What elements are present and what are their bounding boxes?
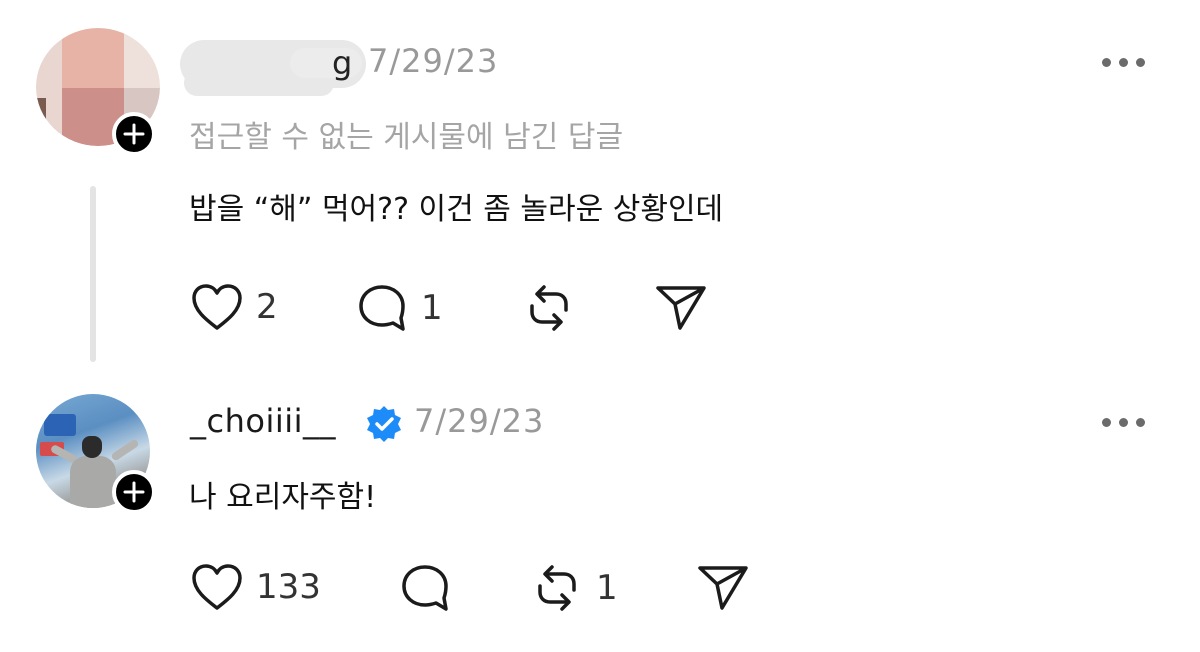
post-text: 밥을 “해” 먹어?? 이건 좀 놀라운 상황인데 <box>189 192 724 227</box>
more-icon-dot <box>1136 418 1145 427</box>
reply-count: 1 <box>421 288 443 328</box>
more-icon-dot <box>1102 418 1111 427</box>
more-icon-dot <box>1119 58 1128 67</box>
like-count: 133 <box>256 567 321 607</box>
more-options-button[interactable] <box>1102 418 1145 427</box>
repost-icon <box>530 285 568 331</box>
post-text: 나 요리자주함! <box>189 480 377 515</box>
more-options-button[interactable] <box>1102 58 1145 67</box>
verified-badge-icon <box>367 406 401 442</box>
share-button[interactable] <box>696 562 750 612</box>
reply-button[interactable] <box>398 562 464 614</box>
like-count: 2 <box>256 287 278 327</box>
repost-count: 1 <box>596 568 618 608</box>
post-timestamp: 7/29/23 <box>368 42 499 80</box>
follow-button[interactable] <box>112 470 156 514</box>
reply-post: g 7/29/23 접근할 수 없는 게시물에 남긴 답글 밥을 “해” 먹어?… <box>0 0 1200 372</box>
send-icon <box>698 566 748 610</box>
share-button[interactable] <box>654 282 708 332</box>
more-icon-dot <box>1102 58 1111 67</box>
like-button[interactable]: 2 <box>190 282 278 332</box>
heart-icon <box>192 284 242 330</box>
repost-button[interactable] <box>522 282 588 334</box>
plus-icon <box>123 123 145 145</box>
thread-line <box>90 186 96 362</box>
repost-icon <box>538 565 576 611</box>
follow-button[interactable] <box>112 112 156 156</box>
username-tail[interactable]: g <box>332 44 352 82</box>
reply-button[interactable]: 1 <box>355 282 443 334</box>
repost-button[interactable]: 1 <box>530 562 618 614</box>
comment-icon <box>359 285 405 331</box>
reply-context-label: 접근할 수 없는 게시물에 남긴 답글 <box>189 120 624 155</box>
more-icon-dot <box>1119 418 1128 427</box>
reply-post: _choiiii__ 7/29/23 나 요리자주함! 133 1 <box>0 372 1200 652</box>
post-timestamp: 7/29/23 <box>414 402 545 440</box>
more-icon-dot <box>1136 58 1145 67</box>
heart-icon <box>192 564 242 610</box>
comment-icon <box>402 565 448 611</box>
plus-icon <box>123 481 145 503</box>
username[interactable]: _choiiii__ <box>190 402 336 440</box>
send-icon <box>656 286 706 330</box>
like-button[interactable]: 133 <box>190 562 321 612</box>
